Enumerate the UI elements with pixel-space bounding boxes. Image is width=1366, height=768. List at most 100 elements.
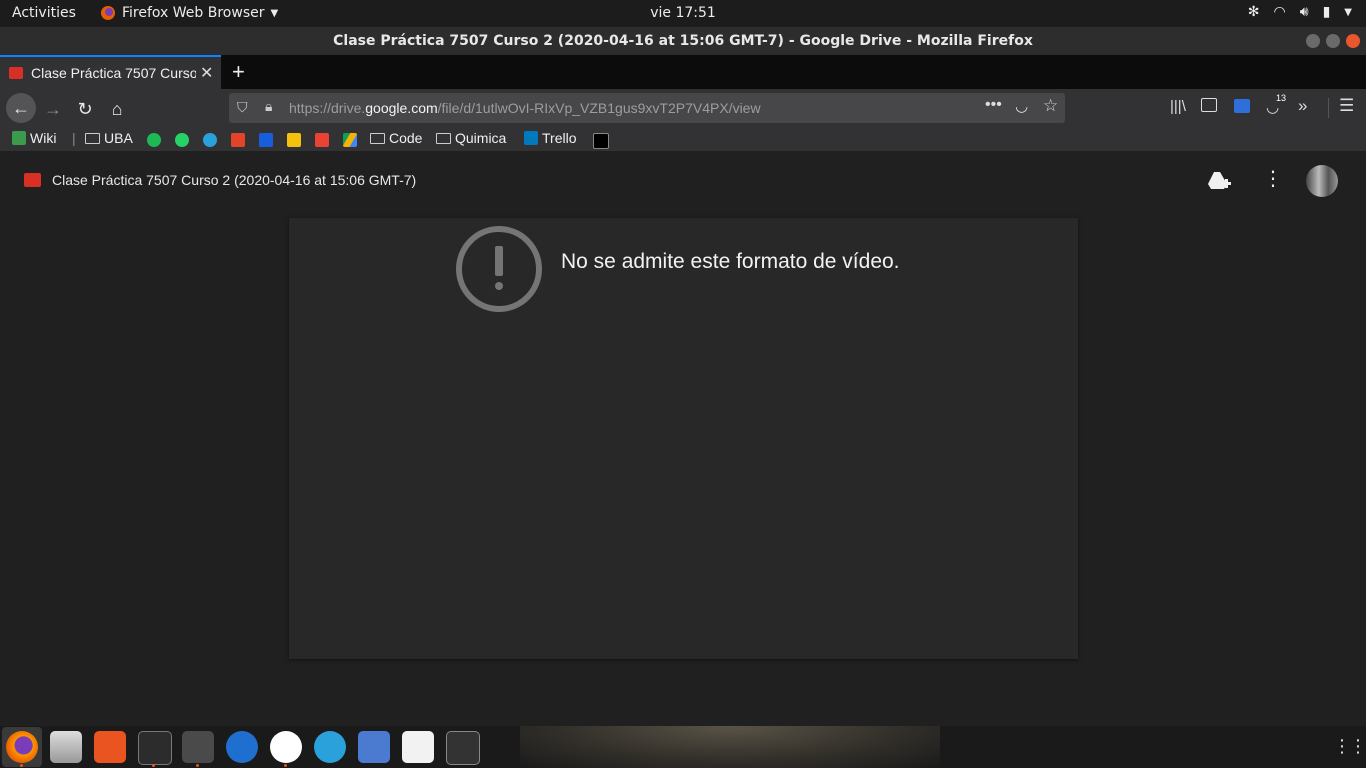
close-window-button[interactable] bbox=[1346, 34, 1360, 48]
more-options-icon[interactable]: ⋮ bbox=[1263, 169, 1283, 189]
bookmark-folder-uba[interactable]: UBA bbox=[85, 130, 133, 146]
bookmark-folder-code[interactable]: Code bbox=[370, 130, 422, 146]
app-menu-label: Firefox Web Browser bbox=[122, 5, 265, 21]
new-tab-button[interactable]: + bbox=[232, 59, 245, 85]
video-file-icon bbox=[24, 173, 41, 187]
bookmark-trello[interactable]: Trello bbox=[524, 130, 577, 146]
lock-icon[interactable]: 🔒︎ bbox=[265, 98, 272, 115]
url-text[interactable]: https://drive.google.com/file/d/1utlwOvI… bbox=[289, 100, 761, 116]
gmail-icon[interactable] bbox=[315, 133, 329, 147]
sidebar-icon[interactable] bbox=[1201, 98, 1217, 112]
url-domain: google.com bbox=[365, 100, 438, 116]
tab-strip: Clase Práctica 7507 Curso 2 (2020-04-16 … bbox=[0, 55, 1366, 89]
bookmark-wiki[interactable]: Wiki bbox=[12, 130, 56, 146]
trello-extension-icon[interactable] bbox=[1234, 99, 1250, 113]
reload-button[interactable]: ↻ bbox=[72, 96, 98, 122]
trello-icon bbox=[524, 131, 538, 145]
gitlab-icon[interactable] bbox=[231, 133, 245, 147]
screen-recorder-dock-icon[interactable] bbox=[446, 731, 480, 765]
wifi-icon[interactable]: ◠ bbox=[1274, 4, 1286, 20]
wallpaper-fragment bbox=[520, 726, 940, 768]
battery-icon[interactable]: ▮ bbox=[1323, 4, 1331, 20]
toolbar-divider bbox=[1328, 98, 1329, 118]
chevron-down-icon: ▼ bbox=[270, 7, 279, 19]
avatar[interactable] bbox=[1306, 165, 1338, 197]
terminal-dock-icon[interactable] bbox=[138, 731, 172, 765]
telegram-icon[interactable] bbox=[203, 133, 217, 147]
telegram-dock-icon[interactable] bbox=[314, 731, 346, 763]
url-path: /file/d/1utlwOvI-RIxVp_VZB1gus9xvT2P7V4P… bbox=[437, 100, 761, 116]
sublime-text-dock-icon[interactable] bbox=[182, 731, 214, 763]
tasks-dock-icon[interactable] bbox=[358, 731, 390, 763]
error-message: No se admite este formato de vídeo. bbox=[561, 250, 900, 273]
slack-dock-icon[interactable] bbox=[270, 731, 302, 763]
bookmark-label: Wiki bbox=[30, 130, 57, 146]
bitwarden-icon[interactable] bbox=[259, 133, 273, 147]
bookmark-label: Code bbox=[389, 130, 423, 146]
url-prefix: https://drive. bbox=[289, 100, 366, 116]
system-tray: ✻ ◠ 🔊︎ ▮ ▼ bbox=[1248, 4, 1352, 20]
wiki-icon bbox=[12, 131, 26, 145]
shield-icon[interactable]: ⛉ bbox=[237, 99, 248, 116]
tab-title: Clase Práctica 7507 Curso 2 (2020-04-16 … bbox=[31, 65, 196, 81]
bookmark-label: Trello bbox=[542, 130, 577, 146]
error-icon-bar bbox=[495, 246, 503, 276]
url-bar[interactable]: ⛉ 🔒︎ https://drive.google.com/file/d/1ut… bbox=[229, 93, 1065, 123]
software-center-dock-icon[interactable] bbox=[94, 731, 126, 763]
running-indicator bbox=[20, 764, 23, 767]
pocket-icon[interactable]: ◡ bbox=[1015, 97, 1028, 115]
show-applications-grid-icon[interactable]: ⋮⋮⋮ bbox=[1333, 736, 1366, 757]
home-button[interactable]: ⌂ bbox=[104, 96, 130, 122]
running-indicator bbox=[196, 764, 199, 767]
system-menu-chevron-icon[interactable]: ▼ bbox=[1344, 7, 1352, 18]
drive-viewer-header: Clase Práctica 7507 Curso 2 (2020-04-16 … bbox=[0, 151, 1366, 211]
page-actions-icon[interactable]: ••• bbox=[985, 96, 1002, 114]
minimize-button[interactable] bbox=[1306, 34, 1320, 48]
video-player: No se admite este formato de vídeo. bbox=[289, 218, 1078, 659]
app-menu[interactable]: Firefox Web Browser ▼ bbox=[100, 5, 278, 21]
firefox-dock-icon[interactable] bbox=[6, 731, 38, 763]
folder-icon bbox=[85, 132, 100, 144]
bookmarks-bar: Wiki | UBA Code Quimica Trello bbox=[0, 127, 1366, 151]
dock: ⋮⋮⋮ bbox=[0, 726, 1366, 768]
gnome-top-bar: Activities Firefox Web Browser ▼ vie 17:… bbox=[0, 0, 1366, 27]
bookmark-folder-quimica[interactable]: Quimica bbox=[436, 130, 506, 146]
firefox-icon bbox=[101, 6, 115, 20]
bookmark-star-icon[interactable]: ☆ bbox=[1043, 96, 1058, 116]
forward-button[interactable]: → bbox=[40, 96, 66, 122]
tab-active[interactable]: Clase Práctica 7507 Curso 2 (2020-04-16 … bbox=[0, 55, 221, 89]
running-indicator bbox=[152, 764, 155, 767]
error-icon bbox=[456, 226, 542, 312]
clock[interactable]: vie 17:51 bbox=[650, 5, 716, 21]
library-icon[interactable]: |||\ bbox=[1170, 98, 1186, 115]
hamburger-menu-icon[interactable]: ☰ bbox=[1339, 96, 1354, 116]
bookmark-label: UBA bbox=[104, 130, 133, 146]
folder-icon bbox=[436, 132, 451, 144]
back-button[interactable]: ← bbox=[6, 93, 36, 123]
add-to-drive-icon[interactable] bbox=[1207, 170, 1231, 192]
running-indicator bbox=[284, 764, 287, 767]
files-dock-icon[interactable] bbox=[50, 731, 82, 763]
text-editor-dock-icon[interactable] bbox=[402, 731, 434, 763]
window-title: Clase Práctica 7507 Curso 2 (2020-04-16 … bbox=[333, 33, 1033, 49]
slack-tray-icon[interactable]: ✻ bbox=[1248, 4, 1260, 20]
va-icon[interactable] bbox=[593, 133, 609, 149]
google-drive-icon[interactable] bbox=[343, 133, 357, 147]
volume-icon[interactable]: 🔊︎ bbox=[1300, 4, 1309, 20]
bookmark-label: Quimica bbox=[455, 130, 507, 146]
file-title: Clase Práctica 7507 Curso 2 (2020-04-16 … bbox=[52, 172, 417, 188]
close-tab-icon[interactable]: ✕ bbox=[200, 63, 213, 83]
window-title-bar: Clase Práctica 7507 Curso 2 (2020-04-16 … bbox=[0, 27, 1366, 55]
whatsapp-icon[interactable] bbox=[175, 133, 189, 147]
bookmark-separator: | bbox=[72, 130, 76, 146]
video-file-icon bbox=[9, 67, 23, 79]
folder-icon bbox=[370, 132, 385, 144]
activities-button[interactable]: Activities bbox=[12, 5, 76, 21]
overflow-chevron-icon[interactable]: » bbox=[1298, 96, 1307, 116]
spotify-icon[interactable] bbox=[147, 133, 161, 147]
keep-icon[interactable] bbox=[287, 133, 301, 147]
navigation-bar: ← → ↻ ⌂ ⛉ 🔒︎ https://drive.google.com/fi… bbox=[0, 89, 1366, 127]
error-icon-dot bbox=[495, 282, 503, 290]
thunderbird-dock-icon[interactable] bbox=[226, 731, 258, 763]
maximize-button[interactable] bbox=[1326, 34, 1340, 48]
